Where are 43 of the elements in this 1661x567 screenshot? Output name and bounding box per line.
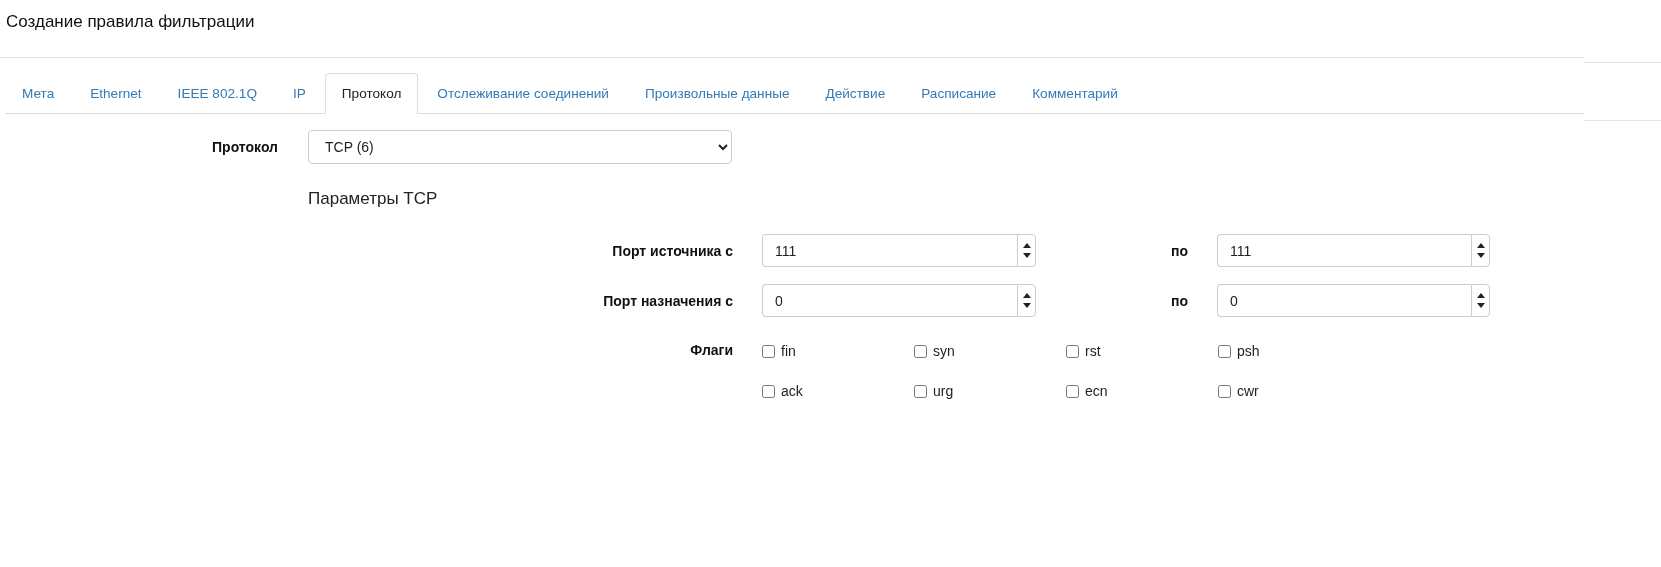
checkbox[interactable] [914, 384, 927, 398]
tab[interactable]: Действие [808, 73, 903, 114]
checkbox-label: psh [1237, 343, 1260, 359]
number-field[interactable]: 0 [1217, 284, 1471, 317]
field-label: Протокол [211, 139, 278, 155]
checkbox-label: syn [933, 343, 955, 359]
checkbox-label: ack [781, 383, 803, 399]
tab[interactable]: IEEE 802.1Q [160, 73, 274, 114]
page-title: Создание правила фильтрации [6, 12, 255, 32]
checkbox[interactable] [1218, 344, 1231, 358]
checkbox-label: fin [781, 343, 796, 359]
field-label: Флаги [689, 342, 733, 358]
tab[interactable]: Расписание [904, 73, 1014, 114]
tab[interactable]: Мета [5, 73, 72, 114]
spin-buttons[interactable] [1017, 284, 1036, 317]
spin-buttons[interactable] [1471, 234, 1490, 267]
checkbox[interactable] [914, 344, 927, 358]
tab[interactable]: Произвольные данные [627, 73, 807, 114]
number-field[interactable]: 111 [1217, 234, 1471, 267]
spin-buttons[interactable] [1471, 284, 1490, 317]
checkbox[interactable] [1066, 384, 1079, 398]
field-label: Порт назначения с [602, 292, 733, 309]
section-heading: Параметры TCP [308, 189, 439, 209]
checkbox[interactable] [762, 384, 775, 398]
checkbox-label: ecn [1085, 383, 1108, 399]
checkbox[interactable] [762, 344, 775, 358]
tab[interactable]: Протокол [324, 73, 419, 114]
checkbox-label: rst [1085, 343, 1101, 359]
checkbox[interactable] [1218, 384, 1231, 398]
tab[interactable]: Ethernet [73, 73, 159, 114]
number-field[interactable]: 111 [762, 234, 1017, 267]
checkbox[interactable] [1066, 344, 1079, 358]
tab[interactable]: IP [275, 73, 323, 114]
spin-buttons[interactable] [1017, 234, 1036, 267]
field-label: Порт источника с [611, 242, 733, 259]
protocol-select[interactable]: TCP (6) [308, 130, 732, 164]
field-label: по [1170, 292, 1188, 309]
number-field[interactable]: 0 [762, 284, 1017, 317]
field-label: по [1170, 242, 1188, 259]
tab[interactable]: Комментарий [1015, 73, 1135, 114]
tab[interactable]: Отслеживание соединений [420, 73, 626, 114]
checkbox-label: urg [933, 383, 954, 399]
checkbox-label: cwr [1237, 383, 1259, 399]
